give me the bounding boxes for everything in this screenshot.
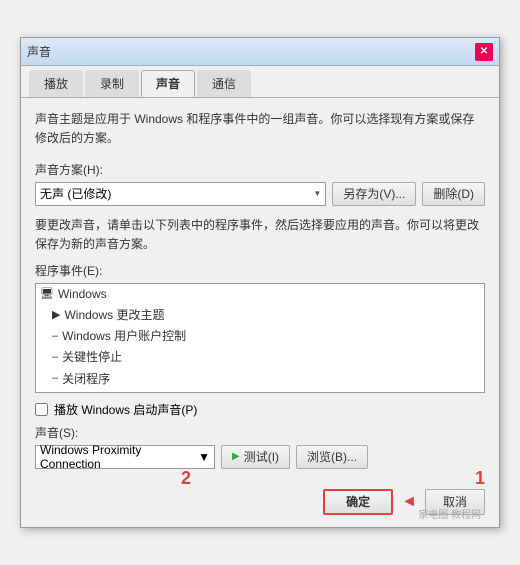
- sound-value: Windows Proximity Connection: [40, 443, 198, 471]
- tab-playback[interactable]: 播放: [29, 70, 83, 97]
- title-controls: ✕: [475, 43, 493, 61]
- badge-2: 2: [181, 468, 191, 489]
- windows-icon: 🖥: [40, 286, 54, 304]
- description1: 声音主题是应用于 Windows 和程序事件中的一组声音。你可以选择现有方案或保…: [35, 110, 485, 148]
- tree-item-close[interactable]: – 关闭程序: [36, 369, 484, 390]
- startup-sound-checkbox[interactable]: [35, 403, 48, 416]
- sound-label: 声音(S):: [35, 424, 485, 441]
- scheme-label: 声音方案(H):: [35, 161, 485, 178]
- tree-item-windows[interactable]: 🖥 Windows: [36, 284, 484, 305]
- description2: 要更改声音，请单击以下列表中的程序事件，然后选择要应用的声音。你可以将更改保存为…: [35, 216, 485, 254]
- title-bar: 声音 ✕: [21, 38, 499, 66]
- delete-button[interactable]: 删除(D): [422, 182, 485, 206]
- tree-item-label: Windows: [58, 285, 107, 304]
- theme-icon: ▶: [52, 307, 60, 325]
- sound-select[interactable]: Windows Proximity Connection ▼: [35, 445, 215, 469]
- save-as-button[interactable]: 另存为(V)...: [332, 182, 416, 206]
- ok-button[interactable]: 确定: [323, 489, 393, 515]
- window-title: 声音: [27, 43, 51, 60]
- tree-item-uac[interactable]: – Windows 用户账户控制: [36, 326, 484, 347]
- tab-communication[interactable]: 通信: [197, 70, 251, 97]
- tab-content: 声音主题是应用于 Windows 和程序事件中的一组声音。你可以选择现有方案或保…: [21, 98, 499, 481]
- tree-item-label: 关键性停止: [62, 348, 122, 367]
- close-program-icon: –: [52, 370, 58, 388]
- tree-item-restore-up[interactable]: – 向上还原: [36, 390, 484, 393]
- test-button[interactable]: ▶ 测试(I): [221, 445, 290, 469]
- cancel-button[interactable]: 取消: [425, 489, 485, 515]
- startup-row: 播放 Windows 启动声音(P): [35, 401, 485, 418]
- startup-label: 播放 Windows 启动声音(P): [54, 401, 197, 418]
- play-icon: ▶: [232, 451, 240, 462]
- restore-up-icon: –: [52, 392, 58, 393]
- program-events-tree[interactable]: 🖥 Windows ▶ Windows 更改主题 – Windows 用户账户控…: [35, 283, 485, 393]
- tree-item-label: Windows 用户账户控制: [62, 327, 186, 346]
- test-label: 测试(I): [244, 448, 279, 465]
- tree-item-label: 关闭程序: [62, 370, 110, 389]
- close-button[interactable]: ✕: [475, 43, 493, 61]
- footer: 2 确定 ◄ 取消 1 家电圈 教程网: [21, 481, 499, 527]
- scheme-value: 无声 (已修改): [40, 185, 111, 202]
- tab-recording[interactable]: 录制: [85, 70, 139, 97]
- tree-item-label: Windows 更改主题: [64, 306, 164, 325]
- tree-item-label: 向上还原: [62, 391, 110, 393]
- browse-button[interactable]: 浏览(B)...: [296, 445, 368, 469]
- tree-item-critical[interactable]: – 关键性停止: [36, 347, 484, 368]
- uac-icon: –: [52, 328, 58, 346]
- sound-row: Windows Proximity Connection ▼ ▶ 测试(I) 浏…: [35, 445, 485, 469]
- arrow-icon: ◄: [401, 493, 417, 511]
- tabs-bar: 播放 录制 声音 通信: [21, 66, 499, 98]
- tab-sounds[interactable]: 声音: [141, 70, 195, 97]
- tree-item-theme[interactable]: ▶ Windows 更改主题: [36, 305, 484, 326]
- critical-icon: –: [52, 349, 58, 367]
- scheme-arrow-icon: ▼: [313, 189, 321, 198]
- program-events-label: 程序事件(E):: [35, 262, 485, 279]
- main-window: 声音 ✕ 播放 录制 声音 通信 声音主题是应用于 Windows 和程序事件中…: [20, 37, 500, 528]
- badge-1: 1: [475, 468, 485, 489]
- sound-scheme-row: 无声 (已修改) ▼ 另存为(V)... 删除(D): [35, 182, 485, 206]
- sound-arrow-icon: ▼: [198, 450, 210, 464]
- scheme-select[interactable]: 无声 (已修改) ▼: [35, 182, 326, 206]
